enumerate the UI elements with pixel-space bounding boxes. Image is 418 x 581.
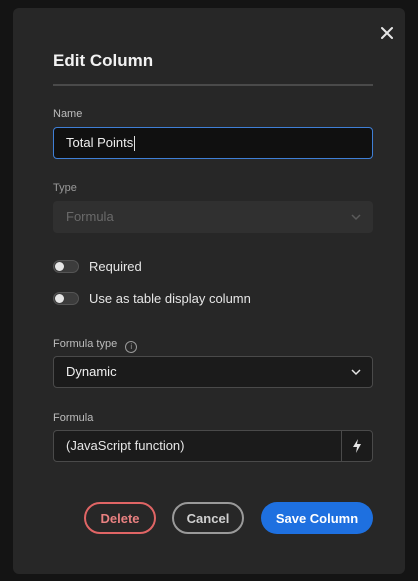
required-toggle-row: Required [53, 256, 142, 276]
display-column-toggle-row: Use as table display column [53, 288, 251, 308]
delete-button[interactable]: Delete [84, 502, 156, 534]
type-value: Formula [66, 209, 114, 224]
required-label: Required [89, 258, 142, 274]
required-toggle[interactable] [53, 259, 79, 273]
formula-type-label: Formula type i [53, 338, 138, 353]
formula-type-select[interactable]: Dynamic [53, 356, 373, 388]
close-icon[interactable] [378, 24, 396, 42]
toggle-knob [55, 293, 64, 303]
info-icon[interactable]: i [125, 341, 138, 353]
display-column-label: Use as table display column [89, 290, 251, 306]
display-column-toggle[interactable] [53, 291, 79, 305]
cancel-button[interactable]: Cancel [172, 502, 244, 534]
name-label: Name [53, 108, 83, 120]
formula-value[interactable]: (JavaScript function) [54, 431, 341, 461]
chevron-down-icon [351, 214, 361, 221]
formula-type-label-text: Formula type [53, 338, 118, 350]
lightning-icon [353, 439, 361, 453]
text-cursor [134, 136, 136, 152]
formula-field[interactable]: (JavaScript function) [53, 430, 373, 462]
type-select: Formula [53, 201, 373, 233]
title-divider [53, 84, 373, 86]
chevron-down-icon [351, 369, 361, 376]
toggle-knob [55, 261, 64, 271]
formula-label: Formula [53, 412, 94, 424]
type-label: Type [53, 182, 77, 194]
formula-edit-button[interactable] [341, 431, 372, 461]
edit-column-dialog: Edit Column Name Total Points Type Formu… [13, 8, 405, 574]
name-input[interactable]: Total Points [53, 127, 373, 159]
save-column-button[interactable]: Save Column [261, 502, 373, 534]
dialog-title: Edit Column [53, 51, 154, 70]
name-value: Total Points [66, 135, 134, 150]
formula-type-value: Dynamic [66, 364, 117, 379]
